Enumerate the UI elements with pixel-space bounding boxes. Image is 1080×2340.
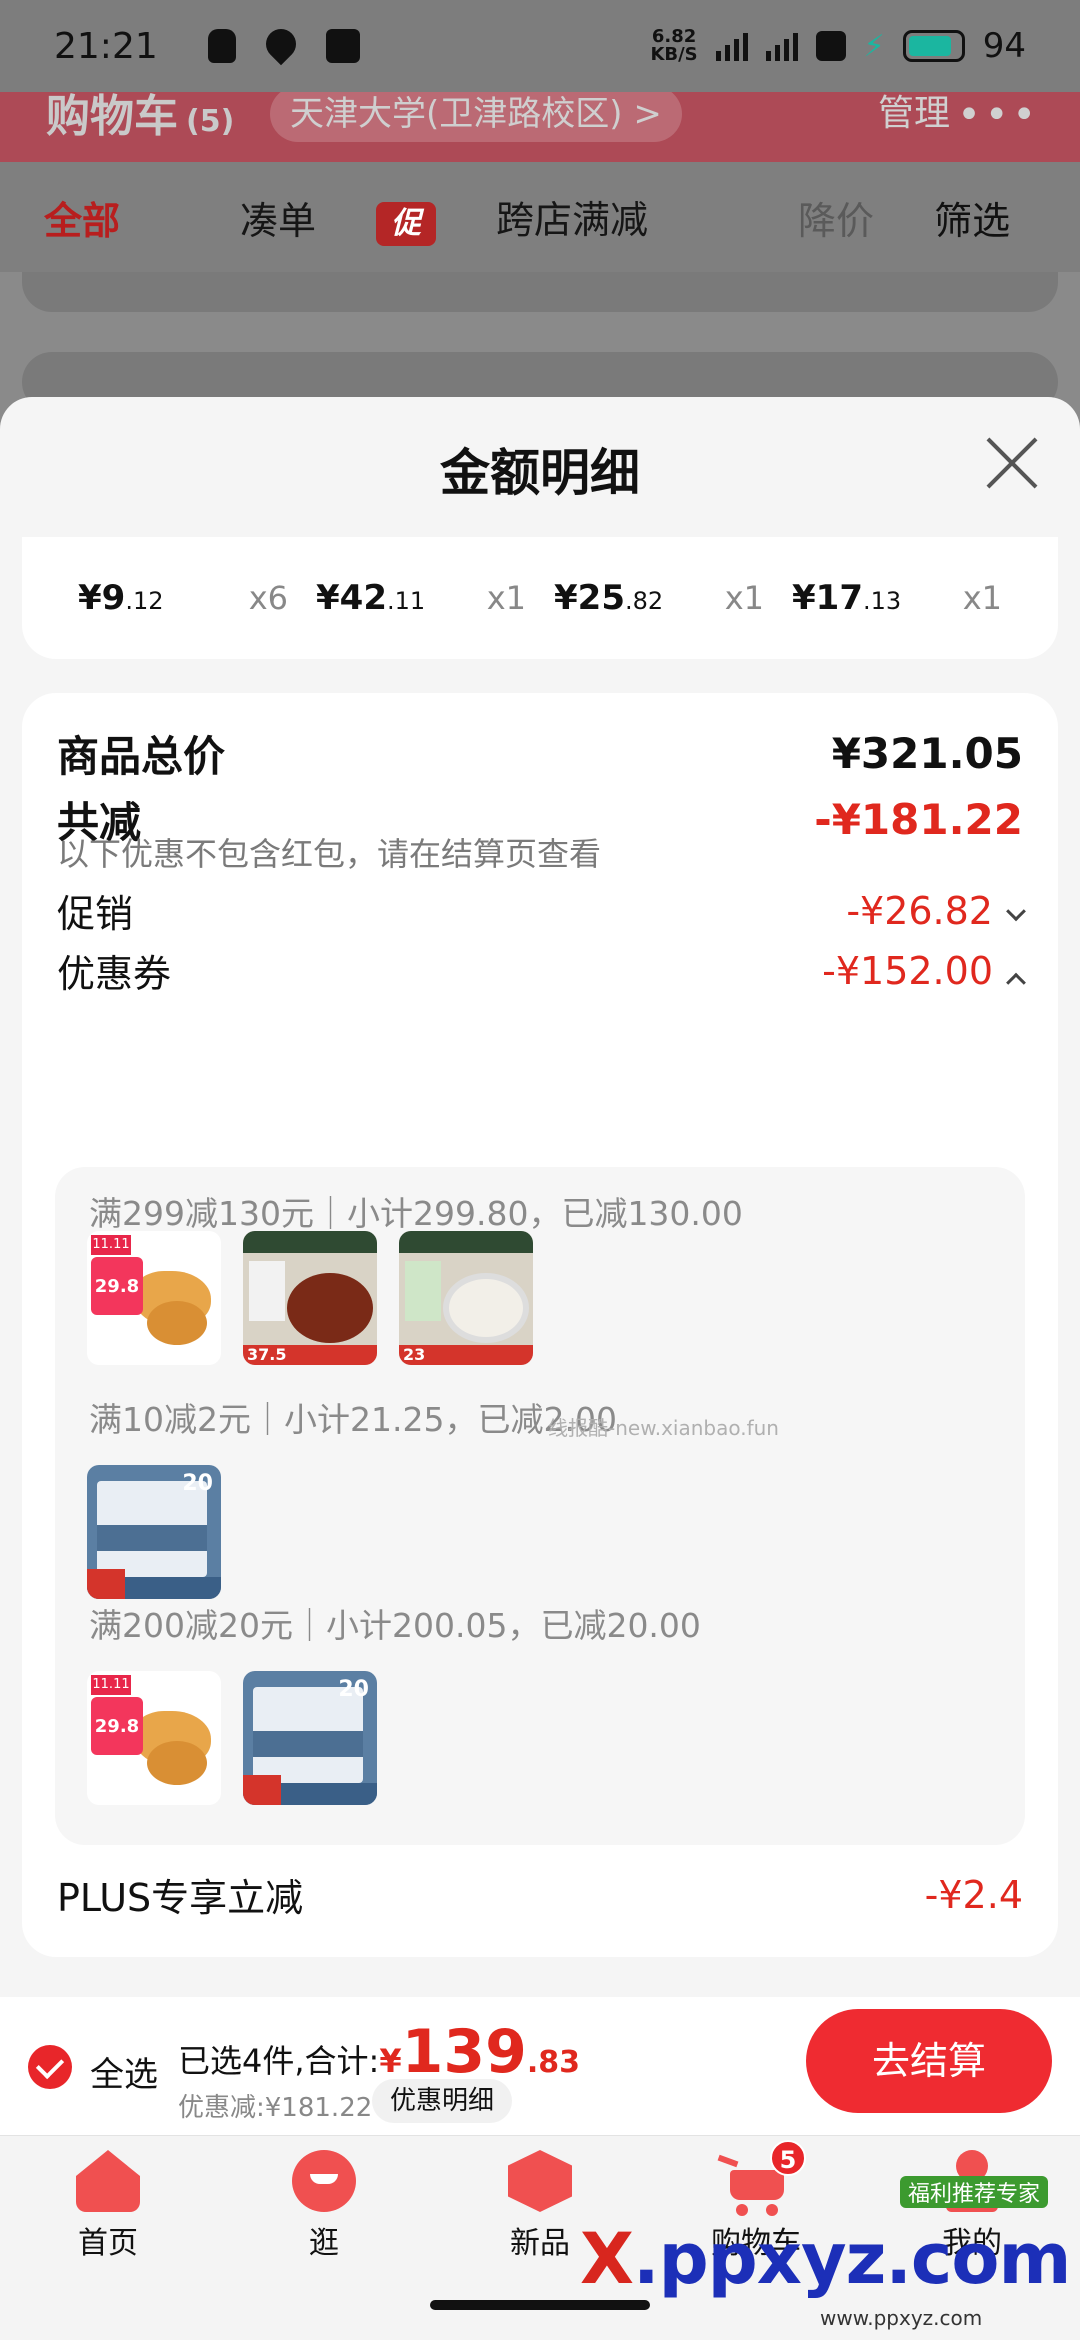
item-price-strip: ¥9.12 x6 ¥42.11 x1 ¥25.82 x1 ¥17.13 x1 [22, 537, 1058, 659]
coupon-group-title: 满200减20元｜小计200.05，已减20.00 [89, 1606, 701, 1645]
select-all-label[interactable]: 全选 [90, 2047, 158, 2096]
coupon-value: -¥152.00 [822, 949, 1026, 993]
item-price: ¥17.13 x1 [792, 578, 1002, 618]
cart-badge: 5 [770, 2140, 806, 2176]
charging-icon: ⚡ [863, 28, 885, 64]
product-thumbnail[interactable]: 11.11 29.8 [87, 1671, 221, 1805]
watermark-badge: 福利推荐专家 [900, 2176, 1049, 2208]
item-qty: x1 [724, 579, 764, 617]
battery-level: 94 [982, 26, 1026, 66]
product-thumbnail[interactable]: 11.11 29.8 [87, 1231, 221, 1365]
item-price: ¥42.11 x1 [316, 578, 526, 618]
chevron-down-icon [1006, 900, 1026, 921]
price-breakdown-card: 商品总价 ¥321.05 共减 -¥181.22 以下优惠不包含红包，请在结算页… [22, 693, 1058, 1957]
item-price: ¥9.12 x6 [78, 578, 288, 618]
coupon-group-title: 满10减2元｜小计21.25，已减2.00 [89, 1400, 617, 1439]
coupon-row[interactable]: 优惠券 -¥152.00 [57, 943, 1026, 998]
watermark-text: 线报酷-new.xianbao.fun [548, 1416, 779, 1440]
cart-header: 购物车 (5) 天津大学(卫津路校区) > 管理 ••• [0, 92, 1080, 162]
net-speed: 6.82 KB/S [650, 26, 698, 65]
promotion-value: -¥26.82 [846, 889, 1026, 933]
plus-discount-row: PLUS专享立减 -¥2.4 [57, 1872, 1023, 1921]
cart-title: 购物车 (5) [46, 92, 235, 142]
close-icon[interactable] [984, 435, 1040, 491]
goods-total-row: 商品总价 ¥321.05 [57, 729, 1023, 781]
location-selector: 天津大学(卫津路校区) > [270, 92, 682, 142]
tab-combine: 凑单 [240, 198, 317, 243]
sheet-title: 金额明细 [440, 444, 640, 502]
item-price: ¥25.82 x1 [554, 578, 764, 618]
item-qty: x1 [486, 579, 526, 617]
watermark-logo: X.ppxyz.com [580, 2218, 1071, 2300]
discount-text: 优惠减:¥181.22 [178, 2093, 373, 2123]
signal-icon [715, 31, 748, 61]
product-thumbnail[interactable]: 20 [243, 1671, 377, 1805]
product-thumbnail[interactable]: 37.5 [243, 1231, 377, 1365]
home-indicator[interactable] [430, 2300, 650, 2310]
watermark-subtitle: www.ppxyz.com [820, 2306, 983, 2330]
sim-icon [815, 31, 846, 61]
tab-cross-store: 促跨店满减 [376, 189, 708, 246]
browse-icon [292, 2150, 356, 2212]
status-notification-icons [207, 22, 360, 66]
select-all-checkbox[interactable] [28, 2045, 72, 2089]
manage-button: 管理 [877, 93, 950, 134]
nav-browse[interactable]: 逛 [254, 2150, 394, 2262]
item-qty: x1 [962, 579, 1002, 617]
lock-icon [207, 29, 236, 63]
checkout-button[interactable]: 去结算 [806, 2009, 1052, 2113]
more-icon: ••• [957, 92, 1040, 138]
tab-all: 全部 [44, 198, 121, 243]
total-amount: 139 [401, 2017, 527, 2087]
location-icon [259, 22, 302, 66]
plus-discount-value: -¥2.4 [924, 1872, 1023, 1917]
background-card [22, 272, 1058, 312]
promo-tag-icon: 促 [376, 201, 437, 246]
discount-detail-button[interactable]: 优惠明细 [372, 2079, 513, 2123]
chevron-up-icon [1006, 972, 1026, 993]
coupon-group-products: 20 [87, 1465, 221, 1599]
app-notification-icon [325, 29, 360, 63]
reduction-note: 以下优惠不包含红包，请在结算页查看 [57, 835, 602, 873]
total-summary: 已选4件,合计: ¥ 139 .83 [178, 2017, 580, 2087]
status-time: 21:21 [54, 25, 158, 67]
goods-total-value: ¥321.05 [831, 729, 1023, 778]
nav-home[interactable]: 首页 [38, 2150, 178, 2262]
new-icon [508, 2150, 572, 2212]
product-thumbnail[interactable]: 20 [87, 1465, 221, 1599]
item-qty: x6 [248, 579, 288, 617]
coupon-group-products: 11.11 29.8 20 [87, 1671, 377, 1805]
checkout-bar: 全选 已选4件,合计: ¥ 139 .83 优惠减:¥181.22 优惠明细 去… [0, 1997, 1080, 2135]
coupon-detail-box: 满299减130元｜小计299.80，已减130.00 11.11 29.8 3… [55, 1167, 1025, 1845]
coupon-group-products: 11.11 29.8 37.5 23 [87, 1231, 533, 1365]
total-reduction-value: -¥181.22 [814, 795, 1023, 844]
status-bar: 21:21 6.82 KB/S ⚡ 94 [0, 0, 1080, 92]
signal-icon-2 [765, 31, 798, 61]
cart-icon: 5 [717, 2140, 806, 2216]
home-icon [76, 2150, 140, 2212]
amount-detail-sheet: 金额明细 ¥9.12 x6 ¥42.11 x1 ¥25.82 x1 ¥17.13… [0, 397, 1080, 1997]
battery-icon [902, 30, 965, 62]
cart-filter-tabs: 全部 凑单 促跨店满减 降价 筛选 [0, 162, 1080, 272]
product-thumbnail[interactable]: 23 [399, 1231, 533, 1365]
tab-price-drop: 降价 [798, 198, 875, 243]
promotion-row[interactable]: 促销 -¥26.82 [57, 883, 1026, 938]
tab-filter: 筛选 [934, 198, 1011, 243]
coupon-group-title: 满299减130元｜小计299.80，已减130.00 [89, 1194, 743, 1233]
